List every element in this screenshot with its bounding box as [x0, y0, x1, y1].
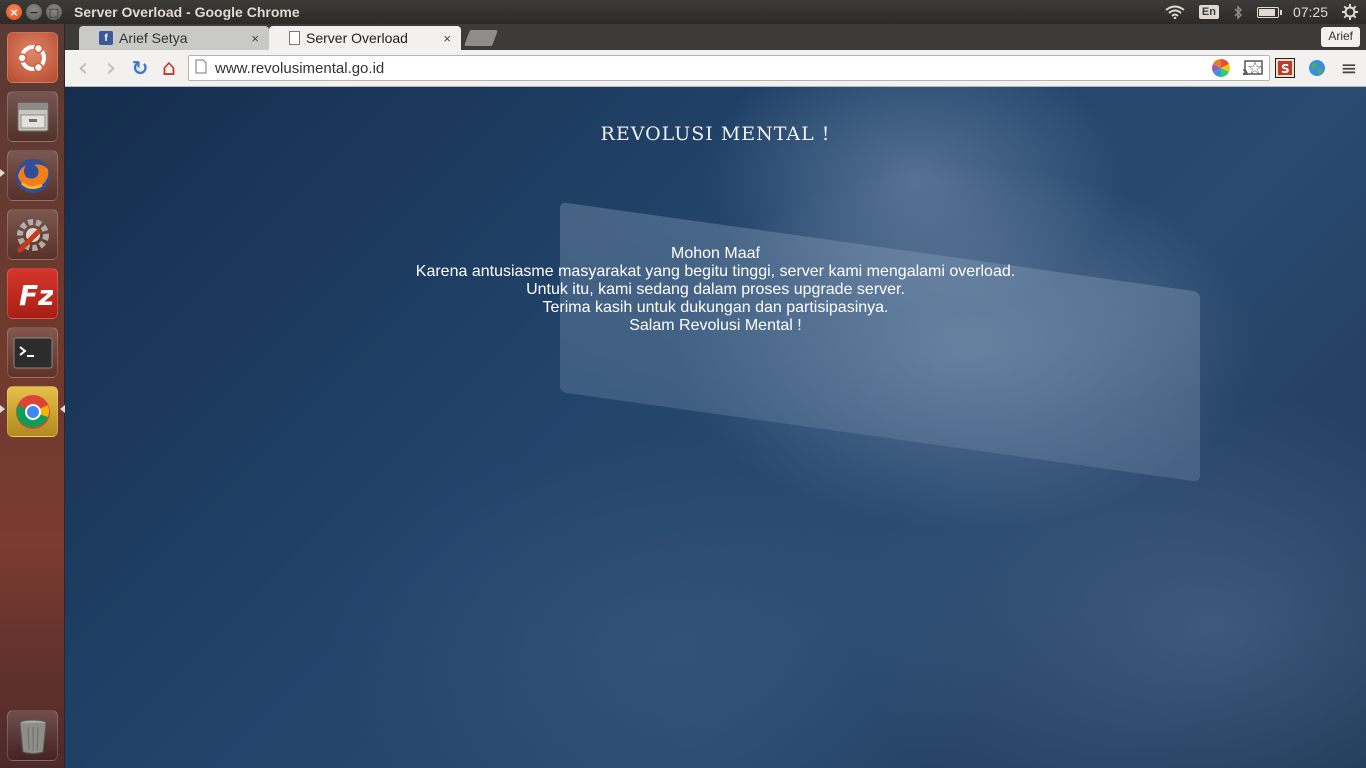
indicator-area: En 07:25 [1165, 4, 1366, 20]
chrome-icon[interactable] [7, 386, 58, 437]
url-text[interactable]: www.revolusimental.go.id [215, 60, 384, 77]
running-indicator [0, 169, 5, 177]
minimize-window-button[interactable]: − [26, 4, 42, 20]
globe-extension-icon[interactable] [1307, 58, 1327, 78]
battery-icon[interactable] [1256, 6, 1282, 18]
chrome-menu-button[interactable]: ≡ [1335, 54, 1363, 82]
profile-button[interactable]: Arief [1321, 27, 1360, 47]
new-tab-button[interactable] [464, 30, 498, 46]
message-line: Untuk itu, kami sedang dalam proses upgr… [526, 281, 905, 298]
system-settings-icon[interactable] [7, 209, 58, 260]
files-icon[interactable] [7, 91, 58, 142]
launcher: Fz [0, 24, 65, 768]
sourcegraph-extension-icon[interactable]: S [1275, 58, 1295, 78]
address-bar[interactable]: www.revolusimental.go.id ☆ [188, 55, 1270, 81]
close-window-button[interactable]: × [6, 4, 22, 20]
tab-label: Arief Setya [119, 30, 188, 46]
document-icon [289, 31, 300, 45]
page-viewport: REVOLUSI MENTAL ! Mohon Maaf Karena antu… [65, 87, 1366, 768]
ubuntu-dash-icon[interactable] [7, 32, 58, 83]
keyboard-language-indicator[interactable]: En [1198, 5, 1219, 19]
bluetooth-icon[interactable] [1233, 4, 1243, 20]
page-info-icon[interactable] [195, 59, 207, 78]
gear-icon[interactable] [1342, 4, 1358, 20]
terminal-icon[interactable] [7, 327, 58, 378]
color-picker-extension-icon[interactable] [1211, 58, 1231, 78]
filezilla-icon[interactable]: Fz [7, 268, 58, 319]
close-tab-icon[interactable]: × [443, 31, 451, 46]
tab-server-overload[interactable]: Server Overload × [269, 26, 461, 50]
trash-icon[interactable] [7, 710, 58, 761]
window-title: Server Overload - Google Chrome [74, 4, 300, 20]
firefox-icon[interactable] [7, 150, 58, 201]
tab-arief-setya[interactable]: f Arief Setya × [79, 26, 269, 50]
message-line: Mohon Maaf [671, 245, 760, 262]
message-line: Karena antusiasme masyarakat yang begitu… [415, 263, 1016, 280]
back-button[interactable]: ‹ [69, 53, 97, 83]
clock[interactable]: 07:25 [1293, 4, 1328, 20]
top-panel: × − □ Server Overload - Google Chrome En… [0, 0, 1366, 24]
forward-button[interactable]: › [97, 53, 125, 83]
close-tab-icon[interactable]: × [251, 31, 259, 46]
tab-strip: f Arief Setya × Server Overload × Arief [65, 24, 1366, 50]
maximize-window-button[interactable]: □ [46, 4, 62, 20]
running-indicator [0, 405, 5, 413]
cast-icon[interactable] [1243, 58, 1263, 78]
overload-message: Mohon Maaf Karena antusiasme masyarakat … [65, 245, 1366, 335]
message-line: Terima kasih untuk dukungan dan partisip… [542, 299, 889, 316]
window-controls: × − □ [6, 4, 62, 20]
site-logo: REVOLUSI MENTAL ! [600, 123, 831, 145]
reload-button[interactable]: ↻ [126, 54, 154, 82]
facebook-icon: f [99, 31, 113, 45]
browser-toolbar: ‹ › ↻ ⌂ www.revolusimental.go.id ☆ S ≡ [65, 50, 1366, 87]
message-line: Salam Revolusi Mental ! [629, 317, 802, 334]
svg-text:Fz: Fz [19, 279, 53, 312]
svg-text:S: S [1281, 62, 1290, 76]
wifi-icon[interactable] [1165, 5, 1185, 19]
home-button[interactable]: ⌂ [155, 54, 183, 82]
tab-label: Server Overload [306, 30, 408, 46]
